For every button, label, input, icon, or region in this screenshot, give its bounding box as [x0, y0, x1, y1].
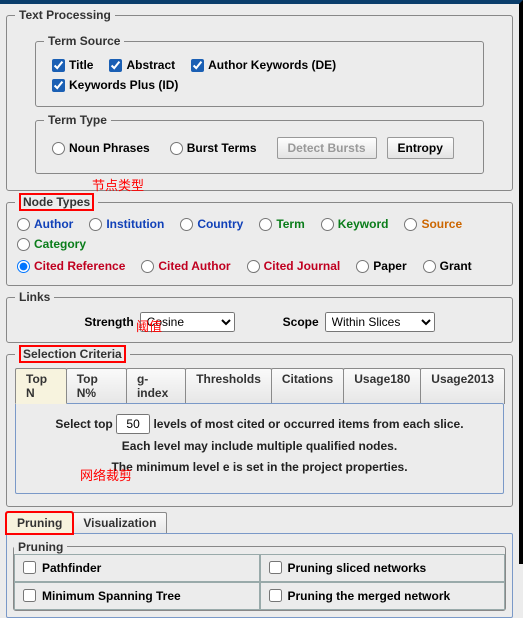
tab-thresholds[interactable]: Thresholds	[185, 368, 272, 404]
term-type-fieldset: Term Type Noun Phrases Burst Terms Detec…	[35, 113, 484, 174]
prune-sliced-label: Pruning sliced networks	[288, 561, 427, 575]
tab-top-n-pct[interactable]: Top N%	[66, 368, 127, 404]
select-top-post: levels of most cited or occurred items f…	[153, 417, 463, 431]
term-source-legend: Term Source	[44, 34, 124, 48]
keyword-label: Keyword	[338, 217, 389, 231]
scope-label: Scope	[283, 315, 319, 329]
mst-label: Minimum Spanning Tree	[42, 589, 181, 603]
pruning-tab-body: Pruning Pathfinder Pruning sliced networ…	[6, 533, 513, 618]
selection-tab-body: Select top levels of most cited or occur…	[15, 403, 504, 494]
noun-phrases-radio[interactable]: Noun Phrases	[52, 141, 150, 155]
tab-citations[interactable]: Citations	[271, 368, 344, 404]
prune-merged-label: Pruning the merged network	[288, 589, 451, 603]
text-processing-legend: Text Processing	[15, 8, 115, 22]
keywords-plus-checkbox[interactable]: Keywords Plus (ID)	[52, 78, 178, 92]
abstract-label: Abstract	[126, 58, 175, 72]
tab-usage180[interactable]: Usage180	[343, 368, 421, 404]
links-fieldset: Links Strength Cosine Scope Within Slice…	[6, 290, 513, 343]
source-label: Source	[421, 217, 462, 231]
institution-radio[interactable]: Institution	[89, 217, 164, 231]
abstract-checkbox[interactable]: Abstract	[109, 58, 175, 72]
tab-visualization[interactable]: Visualization	[72, 512, 167, 534]
title-label: Title	[69, 58, 93, 72]
grant-radio[interactable]: Grant	[423, 259, 472, 273]
tab-usage2013[interactable]: Usage2013	[420, 368, 505, 404]
country-radio[interactable]: Country	[180, 217, 243, 231]
prune-merged-checkbox[interactable]: Pruning the merged network	[260, 582, 506, 610]
text-processing-fieldset: Text Processing Term Source Title Abstra…	[6, 8, 513, 191]
author-label: Author	[34, 217, 73, 231]
title-checkbox[interactable]: Title	[52, 58, 93, 72]
burst-terms-radio[interactable]: Burst Terms	[170, 141, 257, 155]
term-source-fieldset: Term Source Title Abstract Author Keywor…	[35, 34, 484, 107]
author-keywords-checkbox[interactable]: Author Keywords (DE)	[191, 58, 336, 72]
term-type-legend: Term Type	[44, 113, 111, 127]
cited-journal-radio[interactable]: Cited Journal	[247, 259, 341, 273]
tab-g-index[interactable]: g-index	[126, 368, 186, 404]
noun-phrases-label: Noun Phrases	[69, 141, 150, 155]
entropy-button[interactable]: Entropy	[387, 137, 454, 159]
links-legend: Links	[15, 290, 54, 304]
pathfinder-checkbox[interactable]: Pathfinder	[14, 554, 260, 582]
country-label: Country	[197, 217, 243, 231]
term-radio[interactable]: Term	[259, 217, 304, 231]
cited-author-radio[interactable]: Cited Author	[141, 259, 230, 273]
node-types-fieldset: Node Types Author Institution Country Te…	[6, 195, 513, 286]
keywords-plus-label: Keywords Plus (ID)	[69, 78, 178, 92]
cited-reference-label: Cited Reference	[34, 259, 125, 273]
keyword-radio[interactable]: Keyword	[321, 217, 389, 231]
pruning-inner-fieldset: Pruning Pathfinder Pruning sliced networ…	[13, 540, 506, 611]
cited-reference-radio[interactable]: Cited Reference	[17, 259, 125, 273]
select-line3: The minimum level e is set in the projec…	[26, 457, 493, 479]
grant-label: Grant	[440, 259, 472, 273]
select-top-input[interactable]	[116, 414, 150, 434]
tab-pruning[interactable]: Pruning	[6, 512, 73, 534]
select-top-pre: Select top	[55, 417, 112, 431]
tab-top-n[interactable]: Top N	[15, 368, 67, 404]
pruning-legend: Pruning	[14, 540, 67, 554]
strength-select[interactable]: Cosine	[140, 312, 235, 332]
scope-select[interactable]: Within Slices	[325, 312, 435, 332]
burst-terms-label: Burst Terms	[187, 141, 257, 155]
author-keywords-label: Author Keywords (DE)	[208, 58, 336, 72]
paper-label: Paper	[373, 259, 406, 273]
category-label: Category	[34, 237, 86, 251]
institution-label: Institution	[106, 217, 164, 231]
node-types-legend: Node Types	[19, 193, 94, 211]
paper-radio[interactable]: Paper	[356, 259, 406, 273]
detect-bursts-button[interactable]: Detect Bursts	[277, 137, 377, 159]
pathfinder-label: Pathfinder	[42, 561, 101, 575]
strength-label: Strength	[84, 315, 133, 329]
source-radio[interactable]: Source	[404, 217, 462, 231]
cited-journal-label: Cited Journal	[264, 259, 341, 273]
selection-criteria-fieldset: Selection Criteria Top N Top N% g-index …	[6, 347, 513, 507]
select-line2: Each level may include multiple qualifie…	[26, 436, 493, 458]
mst-checkbox[interactable]: Minimum Spanning Tree	[14, 582, 260, 610]
term-label: Term	[276, 217, 304, 231]
prune-sliced-checkbox[interactable]: Pruning sliced networks	[260, 554, 506, 582]
category-radio[interactable]: Category	[17, 237, 86, 251]
selection-criteria-legend: Selection Criteria	[19, 345, 126, 363]
author-radio[interactable]: Author	[17, 217, 73, 231]
cited-author-label: Cited Author	[158, 259, 230, 273]
